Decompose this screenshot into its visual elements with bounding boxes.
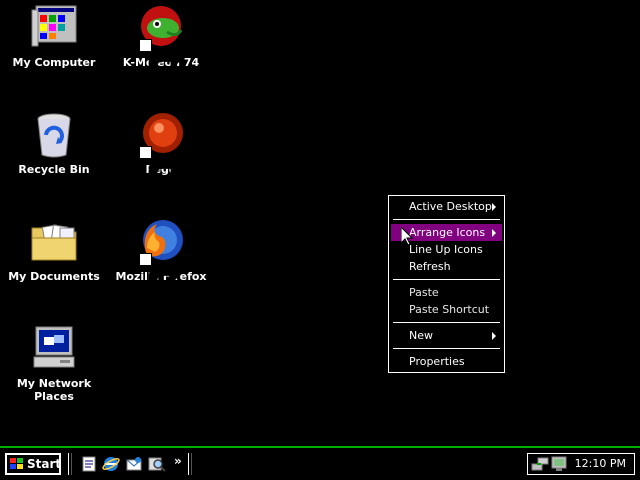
my-computer-icon: [31, 5, 77, 47]
display-icon[interactable]: [551, 456, 567, 472]
taskbar-divider: [188, 453, 192, 475]
menu-separator: [393, 322, 500, 323]
search-icon: [148, 457, 166, 472]
taskbar: Start » 12:10 PM: [0, 446, 640, 480]
quick-launch-more-button[interactable]: »: [174, 454, 182, 468]
menu-separator: [393, 219, 500, 220]
desktop-icon-my-documents[interactable]: My Documents: [6, 218, 102, 283]
menu-item-label: Paste: [409, 286, 439, 299]
folder-icon: [31, 224, 77, 261]
submenu-arrow-icon: [492, 332, 496, 340]
desktop-icon-pego[interactable]: Pego: [113, 111, 209, 187]
submenu-arrow-icon: [492, 229, 496, 237]
menu-item-label: Properties: [409, 355, 465, 368]
desktop-icon-label: My Network Places: [16, 377, 92, 403]
start-button[interactable]: Start: [5, 453, 61, 475]
menu-separator: [393, 279, 500, 280]
system-tray: 12:10 PM: [527, 453, 635, 475]
quick-launch-notepad[interactable]: [80, 455, 98, 473]
desktop-icon-recycle-bin[interactable]: Recycle Bin: [6, 111, 102, 176]
shortcut-arrow-icon: [139, 253, 184, 294]
desktop-icon-my-network-places[interactable]: My Network Places: [6, 325, 102, 403]
menu-item-label: New: [409, 329, 433, 342]
desktop-icon-k-meleon[interactable]: K-Meleon 74: [113, 4, 209, 80]
start-label: Start: [27, 457, 62, 471]
desktop-context-menu: Active Desktop Arrange Icons Line Up Ico…: [388, 195, 505, 373]
menu-item-label: Arrange Icons: [409, 226, 486, 239]
shortcut-arrow-icon: [139, 39, 184, 80]
menu-separator: [393, 348, 500, 349]
shortcut-arrow-icon: [139, 146, 184, 187]
menu-item-paste[interactable]: Paste: [391, 284, 502, 301]
network-places-icon: [33, 326, 75, 368]
menu-item-properties[interactable]: Properties: [391, 353, 502, 370]
notepad-icon: [82, 456, 96, 472]
windows-logo-icon: [10, 458, 23, 469]
mouse-cursor-icon: [401, 227, 413, 246]
menu-item-active-desktop[interactable]: Active Desktop: [391, 198, 502, 215]
quick-launch-internet-explorer[interactable]: [102, 455, 120, 473]
desktop[interactable]: My Computer K-Meleon 74 Recycle Bin Pego…: [0, 0, 640, 446]
menu-item-label: Active Desktop: [409, 200, 492, 213]
menu-item-paste-shortcut[interactable]: Paste Shortcut: [391, 301, 502, 318]
desktop-icon-label: Recycle Bin: [18, 163, 90, 176]
menu-item-new[interactable]: New: [391, 327, 502, 344]
desktop-icon-my-computer[interactable]: My Computer: [6, 4, 102, 69]
network-icon[interactable]: [531, 456, 549, 472]
menu-item-refresh[interactable]: Refresh: [391, 258, 502, 275]
quick-launch-search[interactable]: [148, 455, 166, 473]
desktop-icon-mozilla-firefox[interactable]: Mozilla Firefox: [113, 218, 209, 294]
desktop-icon-label: My Documents: [8, 270, 100, 283]
quick-launch-outlook-express[interactable]: [125, 455, 143, 473]
submenu-arrow-icon: [492, 203, 496, 211]
desktop-icon-label: My Computer: [12, 56, 96, 69]
taskbar-clock[interactable]: 12:10 PM: [575, 457, 626, 470]
outlook-express-icon: [126, 457, 142, 471]
menu-item-label: Line Up Icons: [409, 243, 483, 256]
menu-item-label: Paste Shortcut: [409, 303, 490, 316]
recycle-bin-icon: [37, 113, 71, 158]
taskbar-divider: [68, 453, 72, 475]
menu-item-label: Refresh: [409, 260, 451, 273]
internet-explorer-icon: [102, 457, 120, 471]
